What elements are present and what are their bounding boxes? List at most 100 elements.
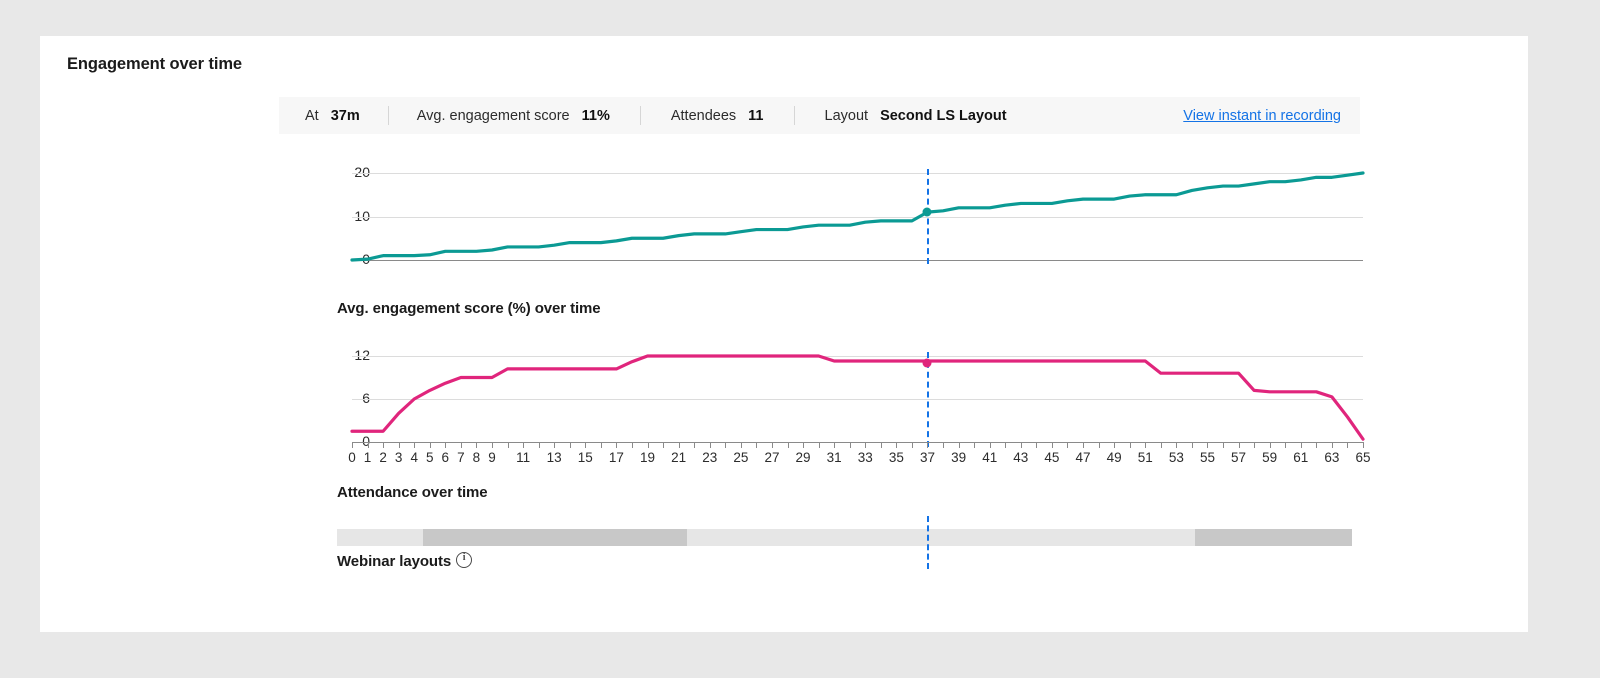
- x-tick-mark: [787, 442, 789, 448]
- x-tick-label: 11: [516, 450, 531, 465]
- x-tick-label: 8: [472, 450, 481, 465]
- x-tick-mark: [1331, 442, 1333, 448]
- x-axis-line: [352, 442, 1363, 443]
- x-tick-label: 31: [826, 450, 842, 465]
- x-tick-mark: [600, 442, 602, 448]
- x-tick-label: 27: [764, 450, 780, 465]
- layout-segment[interactable]: [687, 529, 1195, 546]
- attendance-section-title: Attendance over time: [337, 484, 488, 501]
- webinar-layouts-title: Webinar layouts: [337, 553, 452, 570]
- x-tick-mark: [1051, 442, 1053, 448]
- x-tick-mark: [476, 442, 478, 448]
- x-tick-label: 57: [1231, 450, 1247, 465]
- x-tick-mark: [1083, 442, 1085, 448]
- x-tick-mark: [709, 442, 711, 448]
- x-tick-mark: [1254, 442, 1256, 448]
- x-tick-mark: [896, 442, 898, 448]
- screen-root: Engagement over time At 37m Avg. engagem…: [0, 0, 1600, 678]
- x-tick-mark: [1145, 442, 1147, 448]
- x-tick-mark: [834, 442, 836, 448]
- x-tick-mark: [678, 442, 680, 448]
- x-tick-label: 33: [857, 450, 873, 465]
- x-tick-mark: [740, 442, 742, 448]
- x-tick-mark: [367, 442, 369, 448]
- x-tick-mark: [1223, 442, 1224, 448]
- engagement-card: Engagement over time At 37m Avg. engagem…: [40, 36, 1528, 632]
- x-tick-label: 6: [441, 450, 450, 465]
- x-tick-mark: [352, 442, 353, 448]
- x-tick-mark: [1347, 442, 1349, 448]
- x-tick-mark: [1269, 442, 1271, 448]
- engagement-line-plot: [350, 354, 1365, 441]
- x-tick-mark: [1067, 442, 1069, 448]
- layout-segment[interactable]: [1194, 529, 1352, 546]
- layouts-crosshair: [927, 516, 930, 569]
- x-tick-label: 0: [348, 450, 356, 465]
- x-tick-label: 47: [1075, 450, 1091, 465]
- x-tick-label: 23: [702, 450, 718, 465]
- x-tick-mark: [429, 442, 431, 448]
- x-tick-label: 65: [1355, 450, 1371, 465]
- x-tick-mark: [1160, 442, 1162, 448]
- x-tick-mark: [1005, 442, 1007, 448]
- x-tick-mark: [756, 442, 758, 448]
- x-tick-label: 21: [671, 450, 687, 465]
- x-tick-mark: [585, 442, 587, 448]
- x-tick-label: 63: [1324, 450, 1340, 465]
- x-tick-mark: [523, 442, 525, 448]
- layout-segment[interactable]: [337, 529, 424, 546]
- x-tick-label: 2: [379, 450, 387, 465]
- x-tick-mark: [460, 442, 462, 448]
- x-tick-mark: [725, 442, 727, 448]
- x-tick-label: 4: [410, 450, 418, 465]
- x-tick-label: 3: [394, 450, 403, 465]
- x-tick-label: 37: [919, 450, 935, 465]
- x-tick-label: 17: [608, 450, 624, 465]
- x-tick-label: 15: [577, 450, 593, 465]
- x-tick-label: 13: [546, 450, 562, 465]
- x-tick-label: 61: [1293, 450, 1309, 465]
- x-tick-mark: [647, 442, 649, 448]
- x-tick-mark: [569, 442, 571, 448]
- x-tick-mark: [880, 442, 882, 448]
- info-icon[interactable]: [456, 552, 473, 568]
- x-tick-label: 45: [1044, 450, 1060, 465]
- x-tick-mark: [849, 442, 851, 448]
- x-tick-label: 53: [1168, 450, 1184, 465]
- x-tick-mark: [927, 442, 929, 448]
- x-tick-label: 25: [733, 450, 749, 465]
- x-tick-mark: [974, 442, 976, 448]
- x-tick-mark: [383, 442, 385, 448]
- x-tick-label: 59: [1262, 450, 1278, 465]
- webinar-layouts-timeline[interactable]: [337, 529, 1352, 546]
- x-tick-mark: [1129, 442, 1131, 448]
- x-tick-mark: [631, 442, 633, 448]
- x-tick-label: 9: [488, 450, 496, 465]
- x-tick-label: 43: [1013, 450, 1029, 465]
- x-tick-label: 7: [457, 450, 465, 465]
- x-tick-mark: [865, 442, 867, 448]
- x-tick-mark: [803, 442, 805, 448]
- x-tick-label: 29: [795, 450, 811, 465]
- x-tick-mark: [616, 442, 618, 448]
- x-tick-mark: [771, 442, 773, 448]
- x-tick-mark: [989, 442, 991, 448]
- x-tick-mark: [507, 442, 509, 448]
- engagement-cursor-marker: [922, 358, 932, 368]
- x-tick-mark: [1191, 442, 1193, 448]
- x-tick-mark: [1036, 442, 1038, 448]
- x-tick-label: 35: [888, 450, 904, 465]
- x-tick-mark: [1363, 442, 1364, 448]
- x-tick-mark: [1176, 442, 1178, 448]
- x-tick-mark: [414, 442, 416, 448]
- x-tick-label: 55: [1199, 450, 1215, 465]
- x-tick-mark: [663, 442, 665, 448]
- x-tick-mark: [1098, 442, 1100, 448]
- series-line: [350, 354, 1365, 441]
- x-tick-mark: [398, 442, 400, 448]
- x-tick-mark: [958, 442, 960, 448]
- x-tick-mark: [911, 442, 913, 448]
- x-tick-mark: [943, 442, 945, 448]
- x-tick-label: 39: [951, 450, 967, 465]
- layout-segment[interactable]: [423, 529, 688, 546]
